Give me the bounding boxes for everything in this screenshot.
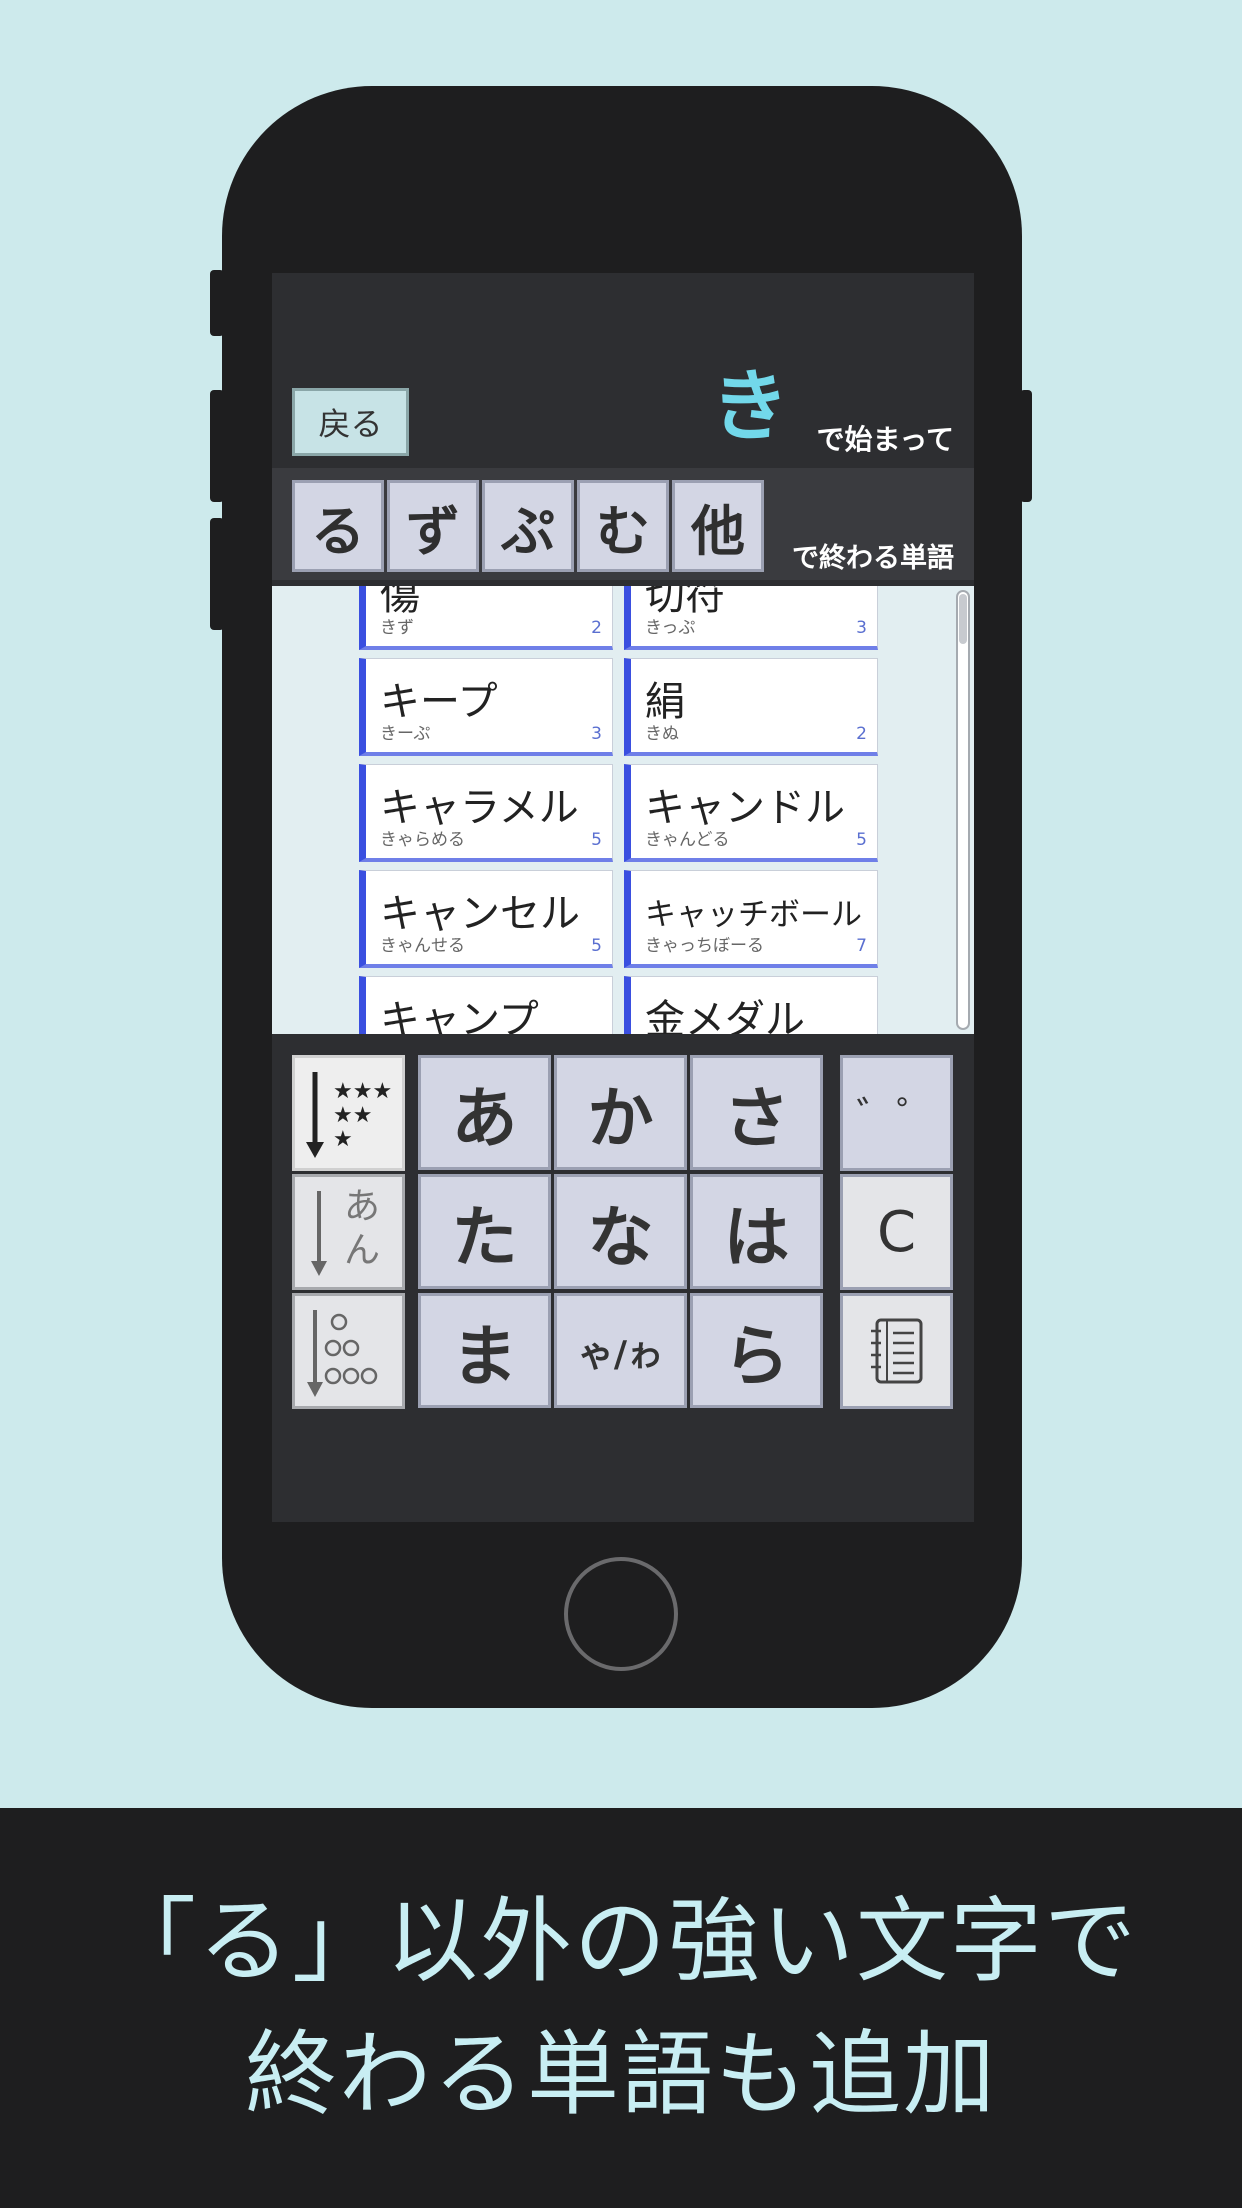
clear-key[interactable]: C bbox=[840, 1174, 953, 1290]
end-tab-mu[interactable]: む bbox=[577, 480, 669, 572]
key-ta[interactable]: た bbox=[418, 1174, 551, 1289]
word-length: 5 bbox=[591, 830, 602, 850]
caption-line-1: 「る」以外の強い文字で bbox=[103, 1887, 1138, 1995]
svg-text:★★★: ★★★ bbox=[333, 1079, 392, 1104]
dakuten-key[interactable]: ゛゜ bbox=[840, 1055, 953, 1171]
sort-by-kana-button[interactable]: あん bbox=[292, 1174, 405, 1290]
word-card[interactable]: キープ きーぷ 3 bbox=[359, 658, 613, 756]
key-ya-wa[interactable]: ゃ/ゎ bbox=[554, 1293, 687, 1408]
length-sort-icon bbox=[307, 1310, 378, 1397]
ending-character-tabs: る ず ぷ む 他 で終わる単語 bbox=[272, 468, 974, 580]
word-card[interactable]: 傷 きず 2 bbox=[359, 586, 613, 650]
key-a[interactable]: あ bbox=[418, 1055, 551, 1170]
word-text: キャンプ bbox=[380, 997, 539, 1034]
end-suffix-label: で終わる単語 bbox=[792, 543, 954, 574]
sort-by-length-button[interactable] bbox=[292, 1293, 405, 1409]
word-card[interactable]: 金メダル bbox=[624, 976, 878, 1034]
word-reading: きず bbox=[380, 618, 414, 638]
word-card[interactable]: 絹 きぬ 2 bbox=[624, 658, 878, 756]
app-screen: 戻る き で始まって る ず ぷ む 他 で終わる単語 傷 きず 2 切符 きっ… bbox=[272, 273, 974, 1522]
start-character: き bbox=[710, 362, 789, 452]
notebook-icon bbox=[870, 1318, 922, 1384]
start-suffix-label: で始まって bbox=[816, 423, 954, 456]
word-list[interactable]: 傷 きず 2 切符 きっぷ 3 キープ きーぷ 3 絹 きぬ 2 キャラメル き… bbox=[272, 586, 974, 1034]
svg-text:★: ★ bbox=[333, 1127, 353, 1152]
caption-line-2: 終わる単語も追加 bbox=[244, 2021, 997, 2128]
end-tab-zu[interactable]: ず bbox=[387, 480, 479, 572]
word-reading: きゃんどる bbox=[645, 830, 730, 850]
word-reading: きゃらめる bbox=[380, 830, 465, 850]
sort-by-rating-button[interactable]: ★★★ ★★ ★ bbox=[292, 1055, 405, 1171]
key-ra[interactable]: ら bbox=[690, 1293, 823, 1408]
word-reading: きゃんせる bbox=[380, 936, 465, 956]
word-card[interactable]: キャッチボール きゃっちぼーる 7 bbox=[624, 870, 878, 968]
back-button[interactable]: 戻る bbox=[292, 388, 409, 456]
word-reading: きゃっちぼーる bbox=[645, 936, 764, 956]
promo-caption: 「る」以外の強い文字で 終わる単語も追加 bbox=[0, 1808, 1242, 2208]
word-text: 金メダル bbox=[645, 997, 805, 1034]
list-scrollbar[interactable] bbox=[956, 590, 970, 1030]
svg-text:★★: ★★ bbox=[333, 1103, 372, 1128]
word-reading: きーぷ bbox=[380, 724, 431, 744]
end-tab-other[interactable]: 他 bbox=[672, 480, 764, 572]
word-length: 5 bbox=[591, 936, 602, 956]
key-sa[interactable]: さ bbox=[690, 1055, 823, 1170]
word-length: 3 bbox=[591, 724, 602, 744]
key-ma[interactable]: ま bbox=[418, 1293, 551, 1408]
key-na[interactable]: な bbox=[554, 1174, 687, 1289]
word-length: 5 bbox=[856, 830, 867, 850]
sort-kana-label: あん bbox=[343, 1186, 380, 1271]
word-length: 7 bbox=[856, 936, 867, 956]
end-tab-ru[interactable]: る bbox=[292, 480, 384, 572]
word-reading: きぬ bbox=[645, 724, 679, 744]
word-card[interactable]: キャンセル きゃんせる 5 bbox=[359, 870, 613, 968]
home-button bbox=[564, 1557, 678, 1671]
word-length: 2 bbox=[856, 724, 867, 744]
word-length: 3 bbox=[856, 618, 867, 638]
key-ha[interactable]: は bbox=[690, 1174, 823, 1289]
word-card[interactable]: キャラメル きゃらめる 5 bbox=[359, 764, 613, 862]
word-text: キャッチボール bbox=[645, 897, 862, 933]
end-tab-pu[interactable]: ぷ bbox=[482, 480, 574, 572]
star-rating-sort-icon: ★★★ ★★ ★ bbox=[306, 1072, 392, 1158]
word-reading: きっぷ bbox=[645, 618, 696, 638]
word-card[interactable]: キャンプ bbox=[359, 976, 613, 1034]
header: 戻る き で始まって bbox=[272, 273, 974, 468]
word-length: 2 bbox=[591, 618, 602, 638]
word-card[interactable]: キャンドル きゃんどる 5 bbox=[624, 764, 878, 862]
notebook-button[interactable] bbox=[840, 1293, 953, 1409]
scrollbar-thumb[interactable] bbox=[959, 594, 967, 644]
word-card[interactable]: 切符 きっぷ 3 bbox=[624, 586, 878, 650]
key-ka[interactable]: か bbox=[554, 1055, 687, 1170]
